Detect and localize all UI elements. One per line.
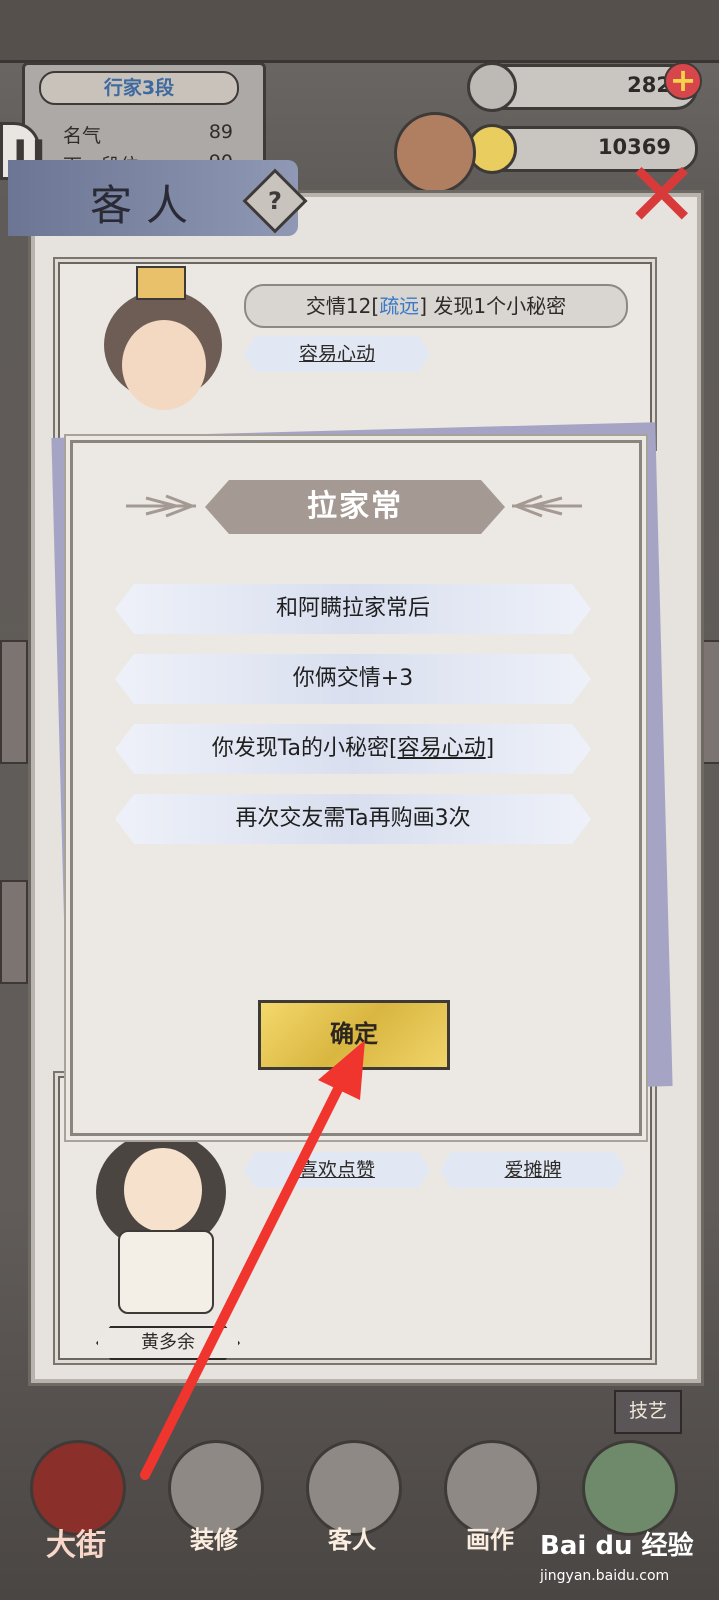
nav-street[interactable]: 大街 (26, 1520, 126, 1564)
guest2-trait-tag-2[interactable]: 爱摊牌 (440, 1152, 626, 1188)
secret-name: 容易心动 (397, 736, 486, 761)
relation-status: 疏远 (379, 294, 420, 318)
guest2-avatar-body (118, 1230, 214, 1314)
fame-row: 名气 89 (63, 121, 233, 148)
left-wing-ornament (126, 494, 196, 518)
currency-bar-cloud: 282 (467, 62, 698, 112)
guest2-trait-tag-1[interactable]: 喜欢点赞 (244, 1152, 430, 1188)
right-wing-ornament (512, 494, 582, 518)
dialog-message-4: 再次交友需Ta再购画3次 (115, 794, 591, 844)
guest-avatar-face (122, 320, 206, 410)
chat-icon: ❚❚ (11, 137, 48, 162)
confirm-button[interactable]: 确定 (258, 1000, 450, 1070)
dialog-message-3: 你发现Ta的小秘密[容易心动] (115, 724, 591, 774)
nav-decor[interactable]: 装修 (164, 1520, 264, 1555)
fame-label: 名气 (63, 125, 102, 147)
dialog-title: 拉家常 (307, 489, 403, 524)
question-icon: ? (268, 187, 282, 215)
shop-wall-top (0, 0, 719, 63)
dialog-message-2: 你俩交情+3 (115, 654, 591, 704)
shelf-left-2 (0, 880, 28, 984)
shelf-left (0, 640, 28, 764)
relation-prefix: 交情12[ (305, 294, 380, 318)
skill-nav-icon[interactable] (582, 1440, 678, 1536)
baidu-watermark: Bai du 经验 (540, 1531, 694, 1561)
dialog-message-1: 和阿瞒拉家常后 (115, 584, 591, 634)
nav-paint[interactable]: 画作 (440, 1520, 540, 1555)
rank-title: 行家3段 (39, 71, 239, 105)
guest2-avatar-face (124, 1148, 202, 1232)
secret-suffix: ] (485, 736, 495, 761)
add-currency-button[interactable]: + (664, 62, 702, 100)
panel-title: 客人 (90, 181, 203, 230)
guest-trait-tag[interactable]: 容易心动 (244, 336, 430, 372)
relation-suffix: ] 发现1个小秘密 (419, 294, 567, 318)
secret-prefix: 你发现Ta的小秘密[ (211, 736, 398, 761)
cloud-icon (467, 62, 517, 112)
guest-relation-info: 交情12[疏远] 发现1个小秘密 (244, 284, 628, 328)
nav-guests[interactable]: 客人 (302, 1520, 402, 1555)
close-icon: ✕ (624, 143, 700, 248)
lattice-window-icon (394, 112, 476, 194)
guest-hat (136, 266, 186, 300)
fame-value: 89 (208, 121, 233, 143)
baidu-watermark-url: jingyan.baidu.com (540, 1568, 670, 1584)
nav-skill[interactable]: 技艺 (614, 1390, 682, 1434)
close-button[interactable]: ✕ (624, 151, 699, 241)
guest2-name-tag[interactable]: 黄多余 (96, 1326, 240, 1360)
